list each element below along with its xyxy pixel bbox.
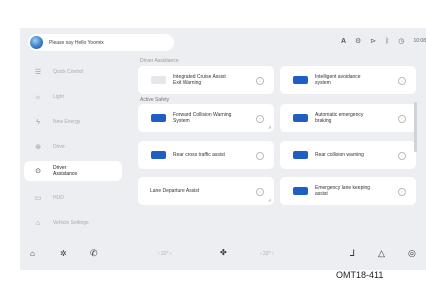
toggle-switch[interactable] bbox=[293, 76, 308, 84]
card-rear-cross-traffic-assist[interactable]: Rear cross traffic assist i bbox=[138, 141, 274, 169]
sidebar-item-label: Drive bbox=[53, 144, 65, 150]
card-integrated-cruise-assist-exit-warning[interactable]: Integrated Cruise Assist Exit Warning i bbox=[138, 66, 274, 94]
signal-icon: ⊳ bbox=[370, 38, 377, 45]
sidebar-item-label: HUD bbox=[53, 195, 64, 201]
light-icon: ☼ bbox=[34, 93, 42, 101]
card-forward-collision-warning[interactable]: Forward Collision Warning System i ◢ bbox=[138, 104, 274, 132]
seat-icon[interactable]: ⅃ bbox=[350, 248, 355, 259]
info-icon[interactable]: i bbox=[256, 152, 264, 160]
sliders-icon: ☰ bbox=[34, 69, 42, 76]
sidebar-item-label: New Energy bbox=[53, 119, 81, 125]
phone-icon[interactable]: ✆ bbox=[90, 248, 98, 259]
sidebar-item-quick-control[interactable]: ☰ Quick Control bbox=[24, 62, 122, 82]
status-bar: A ⚙ ⊳ ᛒ ◷ 10:08 bbox=[340, 37, 426, 46]
toggle-switch[interactable] bbox=[293, 187, 308, 195]
card-rear-collision-warning[interactable]: Rear collision warning i bbox=[280, 141, 416, 169]
sidebar-item-label: Driver Assistance bbox=[53, 165, 78, 177]
a-icon: A bbox=[340, 37, 347, 45]
card-automatic-emergency-braking[interactable]: Automatic emergency braking i bbox=[280, 104, 416, 132]
card-label: Integrated Cruise Assist Exit Warning bbox=[173, 74, 226, 86]
sidebar-item-drive[interactable]: ⊛ Drive bbox=[24, 137, 122, 157]
toggle-switch[interactable] bbox=[293, 114, 308, 122]
card-label: Automatic emergency braking bbox=[315, 112, 364, 124]
fan-icon[interactable]: ✤ bbox=[220, 248, 227, 257]
card-intelligent-avoidance-system[interactable]: Intelligent avoidance system i bbox=[280, 66, 416, 94]
bottom-bar: ⌂ ✲ ✆ ‹ 22° › ✤ ‹ 22° › ⅃ △ ◎ bbox=[20, 238, 426, 270]
music-icon[interactable]: ◎ bbox=[408, 248, 416, 259]
hud-icon: ▭ bbox=[34, 195, 42, 202]
info-icon[interactable]: i bbox=[256, 115, 264, 123]
info-icon[interactable]: i bbox=[398, 115, 406, 123]
bluetooth-icon: ᛒ bbox=[385, 37, 390, 45]
toggle-switch[interactable] bbox=[151, 76, 166, 84]
card-label: Lane Departure Assist bbox=[150, 188, 200, 194]
sidebar-item-driver-assistance[interactable]: ⊙ Driver Assistance bbox=[24, 161, 122, 181]
voice-assistant-icon bbox=[30, 36, 43, 49]
info-icon[interactable]: i bbox=[398, 188, 406, 196]
info-icon[interactable]: i bbox=[398, 77, 406, 85]
card-label: Rear cross traffic assist bbox=[173, 152, 225, 158]
clock-icon: ◷ bbox=[398, 38, 405, 45]
steering-wheel-icon: ⊛ bbox=[35, 144, 41, 151]
card-lane-departure-assist[interactable]: Lane Departure Assist i ◢ bbox=[138, 177, 274, 205]
infotainment-screen: Please say Hello Yoomix A ⚙ ⊳ ᛒ ◷ 10:08 … bbox=[20, 28, 426, 270]
home-icon[interactable]: ⌂ bbox=[30, 249, 35, 258]
expand-corner-icon[interactable]: ◢ bbox=[268, 124, 271, 129]
card-emergency-lane-keeping-assist[interactable]: Emergency lane keeping assist i bbox=[280, 177, 416, 205]
energy-icon: ϟ bbox=[36, 118, 40, 126]
scrollbar[interactable] bbox=[414, 102, 417, 152]
sidebar-item-label: Light bbox=[53, 94, 64, 100]
section-title-active-safety: Active Safety bbox=[140, 97, 170, 103]
sidebar-item-light[interactable]: ☼ Light bbox=[24, 87, 122, 107]
info-icon[interactable]: i bbox=[256, 77, 264, 85]
right-temperature-control[interactable]: ‹ 22° › bbox=[260, 251, 274, 257]
figure-code: OMT18-411 bbox=[336, 270, 384, 280]
sidebar-item-new-energy[interactable]: ϟ New Energy bbox=[24, 112, 122, 132]
card-label: Emergency lane keeping assist bbox=[315, 185, 371, 197]
left-temperature-control[interactable]: ‹ 22° › bbox=[158, 251, 172, 257]
toggle-switch[interactable] bbox=[293, 151, 308, 159]
sidebar-item-label: Quick Control bbox=[53, 69, 84, 75]
info-icon[interactable]: i bbox=[256, 188, 264, 196]
driver-assistance-icon: ⊙ bbox=[35, 168, 41, 175]
sidebar-item-label: Vehicle Settings bbox=[53, 220, 89, 226]
card-label: Rear collision warning bbox=[315, 152, 364, 158]
toggle-switch[interactable] bbox=[151, 151, 166, 159]
car-icon: ⌂ bbox=[35, 219, 41, 227]
status-time: 10:08 bbox=[413, 38, 426, 44]
card-label: Forward Collision Warning System bbox=[173, 112, 232, 124]
voice-assistant-prompt: Please say Hello Yoomix bbox=[49, 39, 104, 46]
voice-assistant-bar[interactable]: Please say Hello Yoomix bbox=[28, 34, 174, 51]
navigation-icon[interactable]: △ bbox=[378, 248, 385, 259]
settings-content: Driver Assistance Integrated Cruise Assi… bbox=[132, 56, 422, 236]
toggle-switch[interactable] bbox=[151, 114, 166, 122]
expand-corner-icon[interactable]: ◢ bbox=[268, 197, 271, 202]
sidebar-item-vehicle-settings[interactable]: ⌂ Vehicle Settings bbox=[24, 213, 122, 233]
sidebar-item-hud[interactable]: ▭ HUD bbox=[24, 188, 122, 208]
card-label: Intelligent avoidance system bbox=[315, 74, 361, 86]
top-bar: Please say Hello Yoomix A ⚙ ⊳ ᛒ ◷ 10:08 bbox=[20, 28, 426, 56]
info-icon[interactable]: i bbox=[398, 152, 406, 160]
apps-icon[interactable]: ✲ bbox=[60, 249, 67, 258]
gear-icon: ⚙ bbox=[355, 38, 362, 45]
settings-sidebar: ☰ Quick Control ☼ Light ϟ New Energy ⊛ D… bbox=[20, 58, 126, 238]
section-title-driver-assistance: Driver Assistance bbox=[140, 58, 179, 64]
